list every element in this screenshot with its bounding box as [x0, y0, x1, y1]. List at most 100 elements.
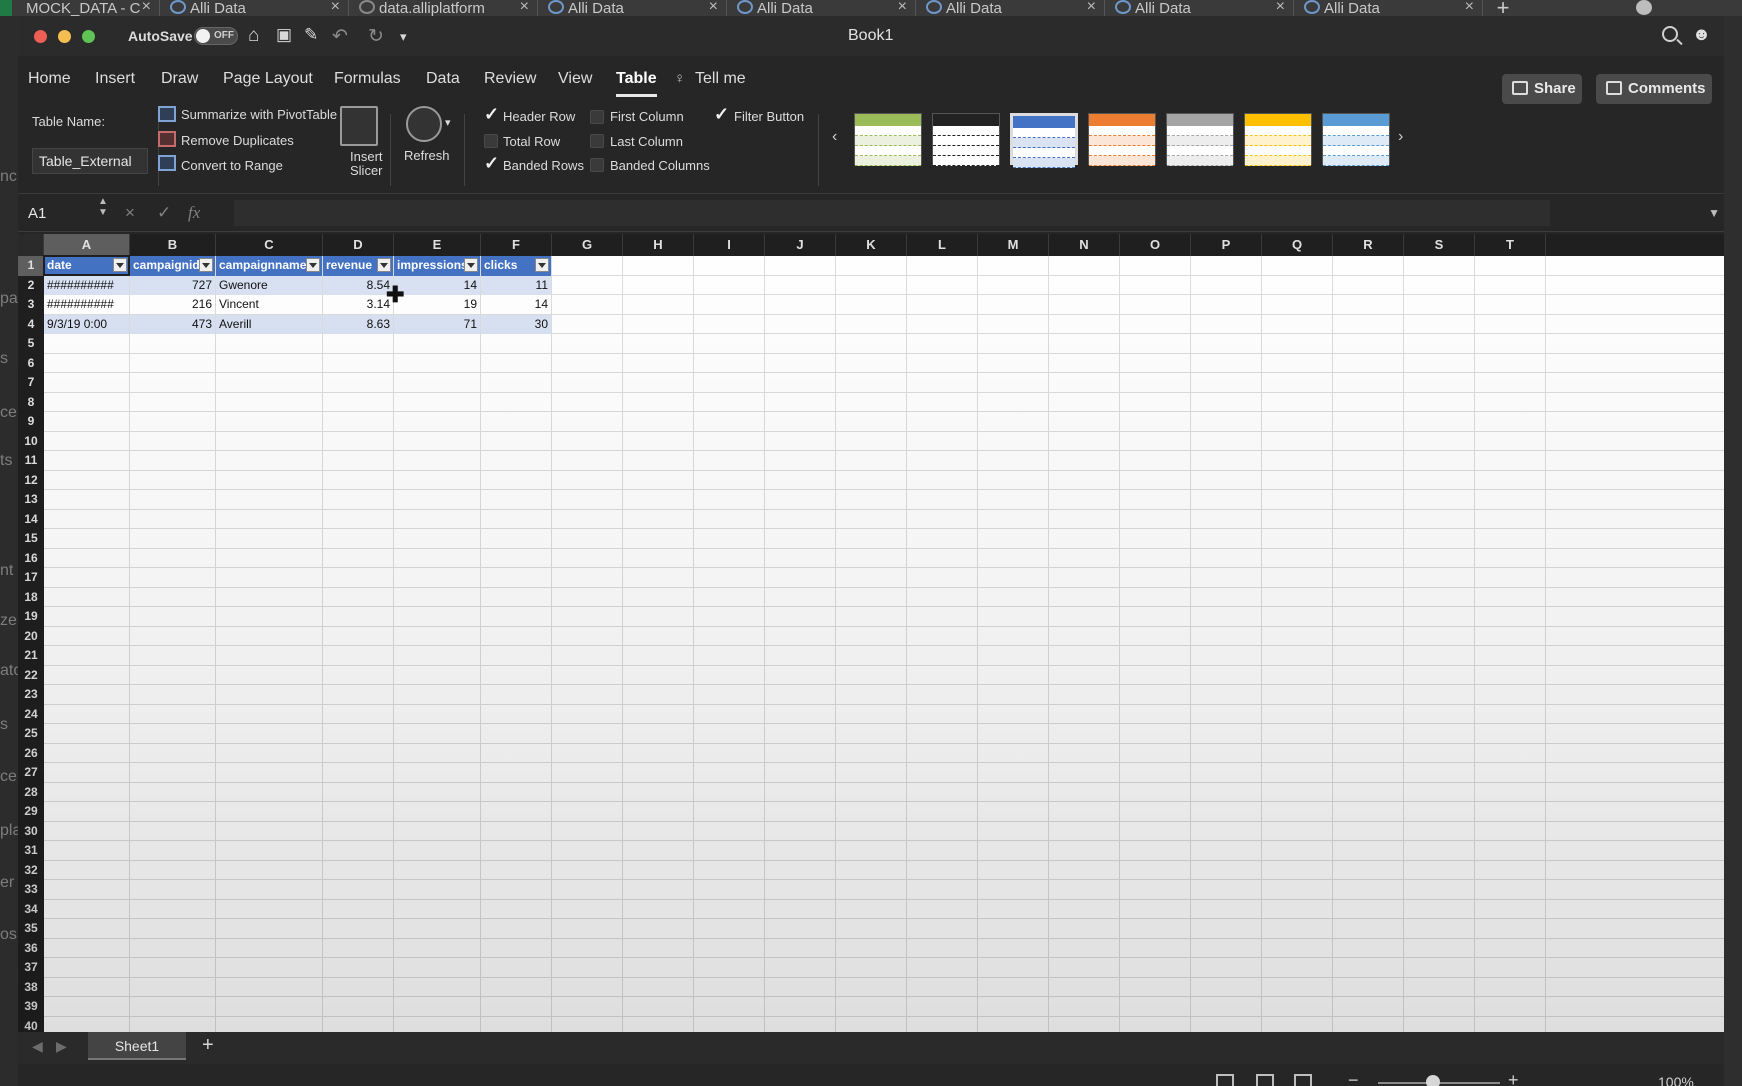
browser-tab[interactable]: Alli Data × [916, 0, 1105, 16]
row-header[interactable]: 16 [18, 549, 44, 569]
column-header-g[interactable]: G [552, 234, 623, 256]
worksheet-grid[interactable]: ABCDEFGHIJKLMNOPQRST 1 2 3 4 5 6 7 8 9 10 11 12 13 14… [18, 234, 1724, 1032]
row-header[interactable]: 31 [18, 841, 44, 861]
row-header[interactable]: 39 [18, 997, 44, 1017]
table-style-thumbnail[interactable] [1166, 113, 1234, 166]
row-header[interactable]: 2 [18, 276, 44, 296]
column-header-n[interactable]: N [1049, 234, 1120, 256]
tab-data[interactable]: Data [426, 70, 460, 88]
row-header[interactable]: 3 [18, 295, 44, 315]
tab-draw[interactable]: Draw [161, 70, 198, 88]
column-header-b[interactable]: B [130, 234, 216, 256]
redo-icon[interactable]: ↻ [368, 25, 384, 48]
row-header[interactable]: 6 [18, 354, 44, 374]
tell-me[interactable]: Tell me [695, 70, 746, 88]
row-header[interactable]: 17 [18, 568, 44, 588]
browser-tab[interactable]: MOCK_DATA - C × [0, 0, 160, 16]
insert-function-icon[interactable]: fx [188, 203, 200, 223]
banded-rows-checkbox[interactable]: ✓ [484, 154, 499, 172]
header-row-checkbox[interactable]: ✓ [484, 105, 499, 123]
table-style-thumbnail[interactable] [854, 113, 922, 166]
zoom-level[interactable]: 100% [1658, 1074, 1694, 1086]
insert-slicer-label-1[interactable]: Insert [350, 149, 383, 164]
column-header-f[interactable]: F [481, 234, 552, 256]
page-layout-view-icon[interactable] [1256, 1074, 1274, 1086]
row-header[interactable]: 25 [18, 724, 44, 744]
row-header[interactable]: 34 [18, 900, 44, 920]
first-column-checkbox[interactable] [590, 110, 604, 124]
browser-tab[interactable]: Alli Data × [1105, 0, 1294, 16]
search-icon[interactable] [1662, 26, 1678, 42]
close-icon[interactable]: × [1465, 0, 1474, 16]
autosave-toggle[interactable]: OFF [194, 27, 238, 45]
save-icon[interactable]: ▣ [276, 25, 292, 45]
column-header-c[interactable]: C [216, 234, 323, 256]
close-icon[interactable]: × [709, 0, 718, 16]
row-header[interactable]: 36 [18, 939, 44, 959]
browser-tab[interactable]: Alli Data × [727, 0, 916, 16]
table-cell[interactable]: Vincent [216, 295, 322, 315]
tab-insert[interactable]: Insert [95, 70, 135, 88]
tab-review[interactable]: Review [484, 70, 536, 88]
browser-tab[interactable]: data.alliplatform × [349, 0, 538, 16]
zoom-in-icon[interactable]: + [1508, 1070, 1519, 1086]
new-tab-plus-icon[interactable]: + [1483, 0, 1523, 16]
row-header[interactable]: 7 [18, 373, 44, 393]
table-cell[interactable]: 19 [394, 295, 480, 315]
browser-tab[interactable]: Alli Data × [538, 0, 727, 16]
column-header-t[interactable]: T [1475, 234, 1546, 256]
refresh-button[interactable]: Refresh [404, 148, 450, 163]
tab-table[interactable]: Table [616, 70, 657, 97]
select-all-button[interactable] [18, 234, 44, 256]
table-cell[interactable]: 9/3/19 0:00 [44, 314, 129, 334]
table-cell[interactable]: 30 [481, 314, 551, 334]
column-header-o[interactable]: O [1120, 234, 1191, 256]
tab-formulas[interactable]: Formulas [334, 70, 401, 88]
gallery-right-arrow-icon[interactable]: › [1398, 128, 1403, 146]
table-style-thumbnail[interactable] [1010, 113, 1078, 168]
browser-tab[interactable]: Alli Data × [1294, 0, 1483, 16]
row-header[interactable]: 37 [18, 958, 44, 978]
column-header-r[interactable]: R [1333, 234, 1404, 256]
row-header[interactable]: 40 [18, 1017, 44, 1033]
close-icon[interactable]: × [1276, 0, 1285, 16]
gallery-left-arrow-icon[interactable]: ‹ [832, 128, 837, 146]
row-header[interactable]: 38 [18, 978, 44, 998]
column-header-k[interactable]: K [836, 234, 907, 256]
filter-button-checkbox[interactable]: ✓ [714, 105, 729, 123]
row-header[interactable]: 19 [18, 607, 44, 627]
row-header[interactable]: 27 [18, 763, 44, 783]
formula-input[interactable] [234, 200, 1550, 226]
table-style-thumbnail[interactable] [1088, 113, 1156, 166]
column-header-e[interactable]: E [394, 234, 481, 256]
row-header[interactable]: 5 [18, 334, 44, 354]
table-cell[interactable]: ########## [44, 295, 129, 315]
close-window-button[interactable] [34, 30, 47, 43]
column-header-q[interactable]: Q [1262, 234, 1333, 256]
page-break-view-icon[interactable] [1294, 1074, 1312, 1086]
table-cell[interactable]: 14 [394, 275, 480, 295]
row-header[interactable]: 4 [18, 315, 44, 335]
row-header[interactable]: 13 [18, 490, 44, 510]
table-cell[interactable]: 8.54 [323, 275, 393, 295]
summarize-pivottable-button[interactable]: Summarize with PivotTable [181, 107, 337, 122]
row-header[interactable]: 26 [18, 744, 44, 764]
row-header[interactable]: 29 [18, 802, 44, 822]
banded-columns-checkbox[interactable] [590, 158, 604, 172]
table-cell[interactable]: 14 [481, 295, 551, 315]
close-icon[interactable]: × [1087, 0, 1096, 16]
column-header-j[interactable]: J [765, 234, 836, 256]
table-style-thumbnail[interactable] [932, 113, 1000, 166]
table-name-field[interactable]: Table_External [32, 148, 148, 174]
table-style-thumbnail[interactable] [1244, 113, 1312, 166]
filter-dropdown-icon[interactable] [306, 258, 320, 272]
undo-icon[interactable]: ↶ [332, 25, 348, 48]
tab-page-layout[interactable]: Page Layout [223, 70, 313, 88]
table-cell[interactable]: 3.14 [323, 295, 393, 315]
row-header[interactable]: 18 [18, 588, 44, 608]
row-header[interactable]: 24 [18, 705, 44, 725]
row-header[interactable]: 32 [18, 861, 44, 881]
table-cell[interactable]: 727 [130, 275, 215, 295]
table-cell[interactable]: Gwenore [216, 275, 322, 295]
table-cell[interactable]: 11 [481, 275, 551, 295]
